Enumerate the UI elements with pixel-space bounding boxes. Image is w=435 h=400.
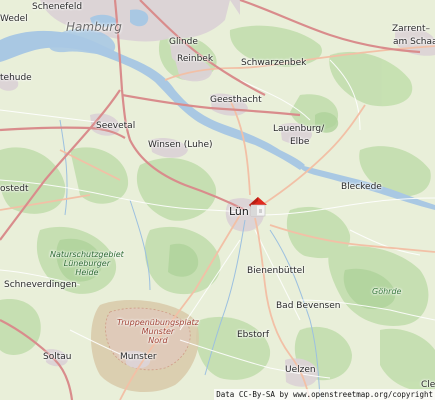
house-marker-icon[interactable] [245, 193, 271, 219]
place-label-am-schaal: am Schaa [393, 37, 435, 47]
nature-reserve-line-1: Naturschutzgebiet [50, 250, 124, 259]
nature-reserve-line-2: Lüneburger [63, 259, 111, 269]
place-label-soltau: Soltau [43, 352, 72, 362]
place-label-hamburg: Hamburg [66, 20, 122, 34]
place-label-seevetal: Seevetal [96, 121, 136, 131]
nature-reserve-label: Naturschutzgebiet Lüneburger Heide [50, 250, 124, 278]
place-label-reinbek: Reinbek [177, 54, 214, 64]
place-label-zarrentin: Zarrent– [392, 24, 430, 34]
place-label-wedel: Wedel [0, 14, 28, 24]
place-label-geesthacht: Geesthacht [210, 95, 262, 105]
place-label-bad-bevensen: Bad Bevensen [276, 301, 341, 311]
map-attribution[interactable]: Data CC-By-SA by www.openstreetmap.org/c… [214, 389, 435, 400]
place-label-uelzen: Uelzen [285, 365, 316, 375]
place-label-tostedt: ostedt [0, 184, 29, 194]
place-label-schwarzenbek: Schwarzenbek [241, 58, 307, 68]
place-label-munster: Munster [120, 352, 157, 362]
place-label-schenefeld: Schenefeld [32, 2, 83, 12]
military-area-label: Truppenübungsplatz Munster Nord [117, 318, 199, 346]
place-label-lauenburg: Lauenburg/ [273, 124, 325, 134]
military-area-line-2: Munster [141, 327, 175, 337]
house-marker-graphic [249, 197, 267, 217]
place-label-elbe: Elbe [290, 137, 310, 147]
place-label-bienenbuettel: Bienenbüttel [247, 266, 305, 276]
place-label-bleckede: Bleckede [341, 182, 382, 192]
place-label-glinde: Glinde [169, 37, 198, 47]
place-label-buxtehude: tehude [0, 73, 32, 83]
forest-label-goehrde: Göhrde [372, 287, 402, 296]
map-tiles [0, 0, 435, 400]
military-area-line-3: Nord [148, 336, 168, 346]
place-label-winsen: Winsen (Luhe) [148, 140, 213, 150]
military-area-line-1: Truppenübungsplatz [117, 318, 199, 327]
nature-reserve-line-3: Heide [75, 268, 99, 278]
map-view[interactable]: Schenefeld Hamburg Wedel Glinde Reinbek … [0, 0, 435, 400]
place-label-schneverdingen: Schneverdingen [4, 280, 77, 290]
place-label-ebstorf: Ebstorf [237, 330, 269, 340]
